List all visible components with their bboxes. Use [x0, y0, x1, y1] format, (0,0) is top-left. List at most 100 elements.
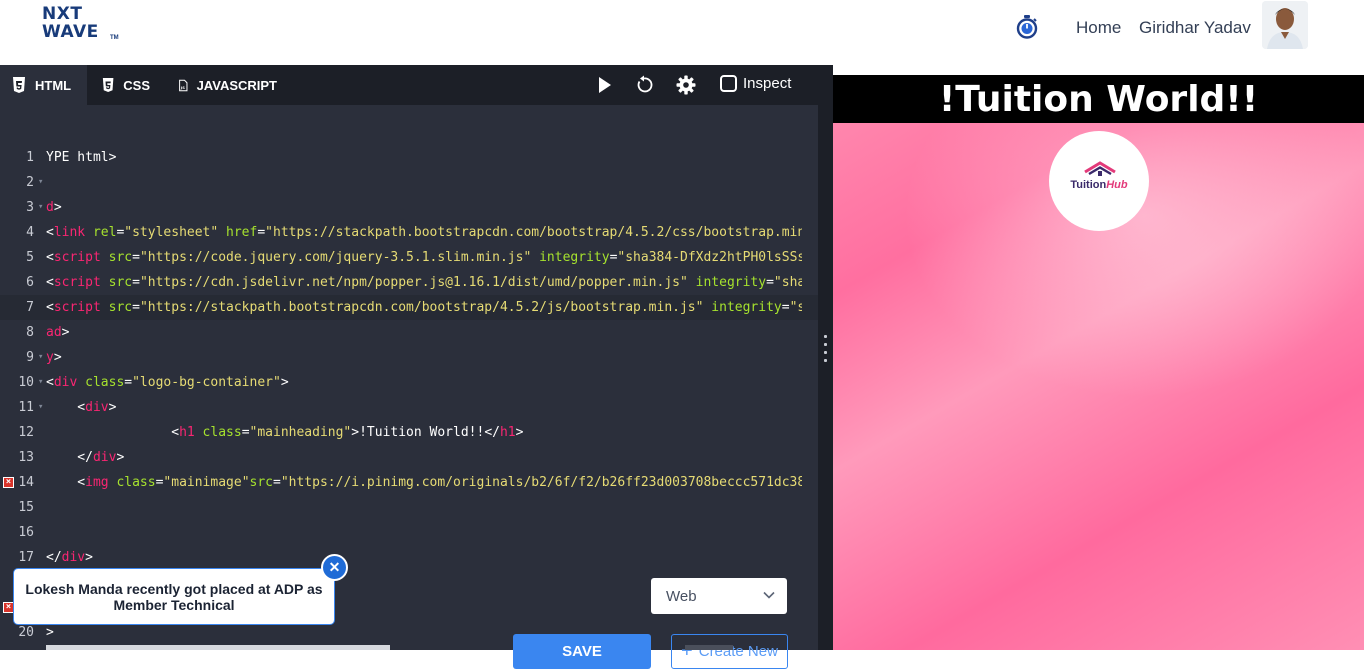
code-line[interactable]: 8 ad>: [0, 320, 818, 345]
code-text: <script src="https://stackpath.bootstrap…: [46, 295, 802, 320]
code-token: h1: [499, 425, 516, 440]
code-token: div: [53, 375, 78, 390]
code-line[interactable]: 1 YPE html>: [0, 145, 818, 170]
code-token: src: [108, 250, 133, 265]
code-token: >: [53, 200, 62, 215]
line-number: 14: [18, 475, 34, 490]
output-preview: !Tuition World!! TuitionHub: [833, 75, 1364, 650]
code-token: =: [781, 300, 790, 315]
code-text: ad>: [46, 320, 802, 345]
html5-icon: [13, 77, 25, 93]
line-number: 12: [18, 425, 34, 440]
horizontal-scrollbar[interactable]: [46, 645, 390, 650]
code-token: =: [132, 275, 140, 290]
code-line[interactable]: 15: [0, 495, 818, 520]
code-line[interactable]: 2 ▾: [0, 170, 818, 195]
tab-css[interactable]: CSS: [90, 65, 162, 105]
code-line[interactable]: 4 <link rel="stylesheet" href="https://st…: [0, 220, 818, 245]
line-number: 5: [26, 250, 34, 265]
inspect-toggle[interactable]: Inspect: [720, 75, 791, 92]
code-token: "sha384-DfXdz2htPH0lsSSs5: [617, 250, 802, 265]
code-token: =: [273, 475, 281, 490]
logo-line-1: NXT: [42, 4, 83, 24]
user-name[interactable]: Giridhar Yadav: [1139, 18, 1251, 38]
tab-html[interactable]: HTML: [0, 65, 87, 105]
code-token: <: [46, 475, 86, 490]
code-token: ad: [46, 325, 62, 340]
code-line[interactable]: 7 <script src="https://stackpath.bootstra…: [0, 295, 818, 320]
code-token: integrity: [695, 275, 767, 290]
css3-icon: [102, 77, 114, 93]
logo-text-tuition: Tuition: [1070, 179, 1107, 191]
code-token: integrity: [539, 250, 610, 265]
code-token: =: [132, 300, 140, 315]
fold-arrow-icon[interactable]: ▾: [38, 170, 43, 195]
code-line[interactable]: 17 </div>: [0, 545, 818, 570]
chevron-down-icon: [763, 591, 775, 599]
code-token: href: [226, 225, 258, 240]
line-number: 17: [18, 550, 34, 565]
inspect-checkbox[interactable]: [720, 75, 737, 92]
line-number: 8: [26, 325, 34, 340]
top-navbar: NXT WAVE TM Home Giridhar Yadav: [0, 0, 1364, 65]
nav-home-link[interactable]: Home: [1076, 18, 1121, 38]
code-token: YPE html>: [46, 150, 117, 165]
toast-close-button[interactable]: ✕: [321, 554, 348, 581]
settings-gear-icon[interactable]: [676, 75, 696, 95]
js-file-icon: JS: [179, 79, 188, 91]
code-text: <script src="https://code.jquery.com/jqu…: [46, 245, 802, 270]
preview-heading: !Tuition World!!: [833, 75, 1364, 123]
line-number: 4: [26, 225, 34, 240]
create-new-button[interactable]: + Create New: [671, 634, 788, 669]
code-line[interactable]: 11 ▾ <div>: [0, 395, 818, 420]
panel-resize-handle[interactable]: [818, 65, 833, 650]
tab-javascript[interactable]: JS JAVASCRIPT: [167, 65, 289, 105]
fold-arrow-icon[interactable]: ▾: [38, 395, 43, 420]
code-token: >: [53, 350, 62, 365]
code-line[interactable]: 6 <script src="https://cdn.jsdelivr.net/n…: [0, 270, 818, 295]
code-token: >: [61, 325, 70, 340]
inspect-label: Inspect: [743, 75, 792, 92]
code-text: d>: [46, 195, 802, 220]
device-select-value: Web: [666, 587, 697, 605]
code-line[interactable]: 3 ▾ d>: [0, 195, 818, 220]
code-token: <: [46, 250, 54, 265]
code-line[interactable]: 13 </div>: [0, 445, 818, 470]
code-line[interactable]: × 14 <img class="mainimage"src="https://i…: [0, 470, 818, 495]
code-text: <script src="https://cdn.jsdelivr.net/np…: [46, 270, 802, 295]
nxtwave-logo[interactable]: NXT WAVE TM: [42, 6, 122, 46]
fold-arrow-icon[interactable]: ▾: [38, 345, 43, 370]
code-token: "https://code.jquery.com/jquery-3.5.1.sl…: [139, 250, 532, 265]
house-roof-icon: [1084, 161, 1116, 176]
code-token: >: [108, 400, 117, 415]
code-text: <h1 class="mainheading">!Tuition World!!…: [46, 420, 802, 445]
stopwatch-icon[interactable]: [1015, 14, 1039, 40]
device-select[interactable]: Web: [651, 578, 787, 614]
code-line[interactable]: 9 ▾ y>: [0, 345, 818, 370]
run-play-icon[interactable]: [594, 75, 614, 95]
code-token: =: [241, 425, 250, 440]
code-token: >: [116, 450, 125, 465]
code-token: script: [53, 275, 101, 290]
code-token: img: [85, 475, 109, 490]
code-line[interactable]: 16: [0, 520, 818, 545]
code-token: "sh: [789, 300, 802, 315]
code-token: </: [46, 550, 62, 565]
code-token: class: [85, 375, 125, 390]
code-token: "mainimage": [163, 475, 250, 490]
user-avatar[interactable]: [1262, 1, 1308, 49]
code-line[interactable]: 10 ▾ <div class="logo-bg-container">: [0, 370, 818, 395]
code-token: class: [202, 425, 242, 440]
save-button[interactable]: SAVE: [513, 634, 651, 669]
code-line[interactable]: 5 <script src="https://code.jquery.com/jq…: [0, 245, 818, 270]
code-token: <: [46, 300, 54, 315]
code-token: </: [46, 450, 93, 465]
horizontal-scrollbar-thumb[interactable]: [685, 645, 733, 650]
fold-arrow-icon[interactable]: ▾: [38, 195, 43, 220]
code-line[interactable]: 12 <h1 class="mainheading">!Tuition Worl…: [0, 420, 818, 445]
fold-arrow-icon[interactable]: ▾: [38, 370, 43, 395]
reset-icon[interactable]: [634, 75, 654, 95]
